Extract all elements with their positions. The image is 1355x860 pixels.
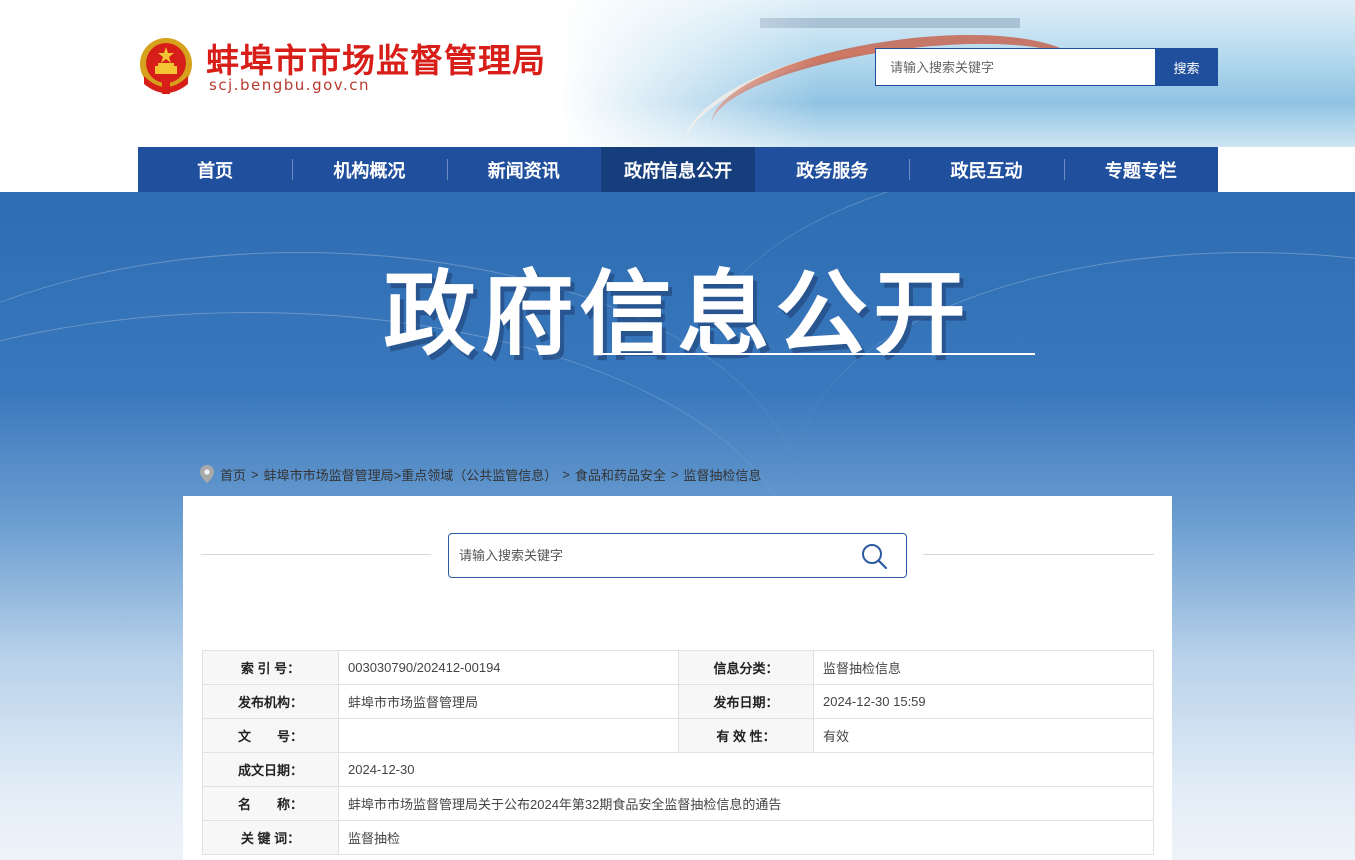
national-emblem-icon <box>140 38 192 94</box>
divider <box>201 554 431 555</box>
created-date-label: 成文日期： <box>202 752 339 787</box>
content-search <box>448 533 907 578</box>
location-pin-icon <box>200 465 214 483</box>
nav-item-gov-services[interactable]: 政务服务 <box>755 147 909 192</box>
nav-item-home[interactable]: 首页 <box>138 147 292 192</box>
validity-value: 有效 <box>813 718 1154 753</box>
name-value: 蚌埠市市场监督管理局关于公布2024年第32期食品安全监督抽检信息的通告 <box>338 786 1154 821</box>
breadcrumb-bureau[interactable]: 蚌埠市市场监督管理局 <box>264 465 394 484</box>
banner-underline <box>596 353 1035 355</box>
table-row: 名 称： 蚌埠市市场监督管理局关于公布2024年第32期食品安全监督抽检信息的通… <box>202 786 1154 821</box>
breadcrumb-separator: > <box>670 466 679 482</box>
breadcrumb-home[interactable]: 首页 <box>220 465 246 484</box>
validity-label: 有 效 性： <box>678 718 814 753</box>
content-search-input[interactable] <box>449 535 860 576</box>
nav-item-org-overview[interactable]: 机构概况 <box>292 147 446 192</box>
site-header: 蚌埠市市场监督管理局 scj.bengbu.gov.cn 搜索 <box>0 0 1355 147</box>
nav-item-public-interaction[interactable]: 政民互动 <box>909 147 1063 192</box>
keywords-label: 关 键 词： <box>202 820 339 855</box>
breadcrumb-food-drug-safety[interactable]: 食品和药品安全 <box>575 465 666 484</box>
table-row: 发布机构： 蚌埠市市场监督管理局 发布日期： 2024-12-30 15:59 <box>202 684 1154 719</box>
header-search-input[interactable] <box>875 48 1155 86</box>
magnifier-icon[interactable] <box>860 542 888 570</box>
table-row: 文 号： 有 效 性： 有效 <box>202 718 1154 753</box>
table-row: 成文日期： 2024-12-30 <box>202 752 1154 787</box>
table-row: 索 引 号： 003030790/202412-00194 信息分类： 监督抽检… <box>202 650 1154 685</box>
header-search: 搜索 <box>875 48 1218 86</box>
breadcrumb-separator: > <box>562 466 570 482</box>
keywords-value: 监督抽检 <box>338 820 1154 855</box>
divider <box>923 554 1154 555</box>
publisher-value: 蚌埠市市场监督管理局 <box>338 684 679 719</box>
breadcrumb-key-areas[interactable]: >重点领域（公共监管信息） <box>394 465 558 484</box>
site-domain: scj.bengbu.gov.cn <box>209 76 371 94</box>
content-card: 索 引 号： 003030790/202412-00194 信息分类： 监督抽检… <box>183 496 1172 860</box>
breadcrumb-separator: > <box>251 466 259 482</box>
doc-no-label: 文 号： <box>202 718 339 753</box>
publisher-label: 发布机构： <box>202 684 339 719</box>
breadcrumb: 首页 > 蚌埠市市场监督管理局 >重点领域（公共监管信息） > 食品和药品安全 … <box>200 464 761 484</box>
doc-no-value <box>338 718 679 753</box>
index-no-value: 003030790/202412-00194 <box>338 650 679 685</box>
nav-item-gov-info-disclosure[interactable]: 政府信息公开 <box>600 147 756 192</box>
table-row: 关 键 词： 监督抽检 <box>202 820 1154 855</box>
site-title[interactable]: 蚌埠市市场监督管理局 <box>206 34 546 82</box>
publish-date-label: 发布日期： <box>678 684 814 719</box>
nav-item-special-topics[interactable]: 专题专栏 <box>1063 147 1218 192</box>
header-search-button[interactable]: 搜索 <box>1155 48 1218 86</box>
category-label: 信息分类： <box>678 650 814 685</box>
nav-item-news[interactable]: 新闻资讯 <box>446 147 601 192</box>
main-nav: 首页 机构概况 新闻资讯 政府信息公开 政务服务 政民互动 专题专栏 <box>138 147 1218 192</box>
info-meta-table: 索 引 号： 003030790/202412-00194 信息分类： 监督抽检… <box>202 650 1154 855</box>
publish-date-value: 2024-12-30 15:59 <box>813 684 1154 719</box>
category-value: 监督抽检信息 <box>813 650 1154 685</box>
name-label: 名 称： <box>202 786 339 821</box>
created-date-value: 2024-12-30 <box>338 752 1154 787</box>
breadcrumb-inspection-info[interactable]: 监督抽检信息 <box>683 465 761 484</box>
index-no-label: 索 引 号： <box>202 650 339 685</box>
